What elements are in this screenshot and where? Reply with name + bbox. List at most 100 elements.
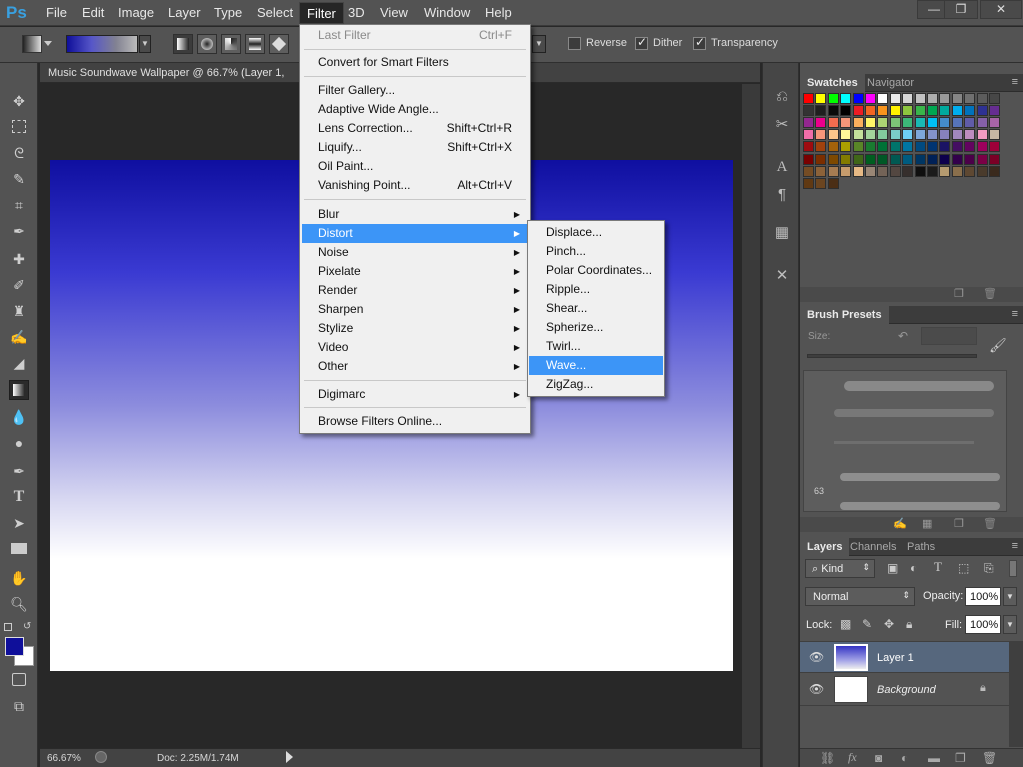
color-swatch[interactable] <box>815 93 827 104</box>
color-swatch[interactable] <box>815 117 827 129</box>
color-swatch[interactable] <box>927 153 938 165</box>
color-swatch[interactable] <box>976 117 988 129</box>
diamond-gradient-button[interactable] <box>269 34 289 54</box>
brush-size-slider[interactable] <box>807 354 977 358</box>
color-swatch[interactable] <box>902 165 914 177</box>
fill-dropdown[interactable]: ▼ <box>1003 615 1017 634</box>
color-swatch[interactable] <box>939 165 951 177</box>
menu-view[interactable]: View <box>380 5 408 20</box>
brush-grid-icon[interactable]: ▦ <box>922 517 932 530</box>
menu-item-browse-filters-online[interactable]: Browse Filters Online... <box>302 412 528 431</box>
tab-navigator[interactable]: Navigator <box>860 74 921 92</box>
color-swatch[interactable] <box>927 165 938 177</box>
color-swatch[interactable] <box>927 129 938 141</box>
color-swatch[interactable] <box>951 93 963 104</box>
menu-help[interactable]: Help <box>485 5 512 20</box>
delete-brush-icon[interactable]: 🗑︎ <box>983 517 997 530</box>
actions-panel-icon[interactable]: ✂ <box>772 115 792 135</box>
color-swatch[interactable] <box>976 129 988 141</box>
color-swatch[interactable] <box>902 129 914 141</box>
color-swatch[interactable] <box>877 129 889 141</box>
color-swatch[interactable] <box>989 117 1000 129</box>
chevron-down-icon[interactable] <box>44 41 52 46</box>
menu-item-render[interactable]: Render ▶ <box>302 281 528 300</box>
color-swatch[interactable] <box>852 105 864 117</box>
gradient-picker[interactable] <box>66 35 138 53</box>
menu-item-noise[interactable]: Noise ▶ <box>302 243 528 262</box>
color-swatch[interactable] <box>803 141 814 153</box>
brush-panel-icon[interactable]: 🖌︎ <box>989 337 1007 354</box>
delete-layer-icon[interactable]: 🗑︎ <box>982 751 997 765</box>
rectangle-tool-icon[interactable] <box>9 539 29 559</box>
menu-item-other[interactable]: Other ▶ <box>302 357 528 376</box>
color-swatch[interactable] <box>889 93 901 104</box>
color-swatch[interactable] <box>877 141 889 153</box>
color-swatch[interactable] <box>902 153 914 165</box>
color-swatch[interactable] <box>877 117 889 129</box>
color-swatch[interactable] <box>902 141 914 153</box>
transparency-checkbox[interactable] <box>693 35 706 50</box>
color-swatch[interactable] <box>964 153 976 165</box>
color-swatch[interactable] <box>989 105 1000 117</box>
color-swatch[interactable] <box>914 141 926 153</box>
color-swatch[interactable] <box>989 129 1000 141</box>
menu-filter[interactable]: Filter <box>299 2 344 24</box>
color-swatch[interactable] <box>989 93 1000 104</box>
dodge-tool-icon[interactable]: ● <box>9 433 29 453</box>
color-swatch[interactable] <box>951 105 963 117</box>
color-swatch[interactable] <box>803 117 814 129</box>
history-brush-tool-icon[interactable]: ✍ <box>9 327 29 347</box>
filter-pixel-icon[interactable]: ▣ <box>887 561 898 575</box>
lock-image-icon[interactable]: ✎ <box>862 617 872 631</box>
zoom-tool-icon[interactable]: 🔍︎ <box>9 594 29 614</box>
dither-checkbox[interactable] <box>635 35 648 50</box>
layer-name[interactable]: Layer 1 <box>877 652 914 664</box>
menu-image[interactable]: Image <box>118 5 154 20</box>
type-tool-icon[interactable]: T <box>9 487 29 507</box>
color-swatch[interactable] <box>914 165 926 177</box>
color-swatch[interactable] <box>927 105 938 117</box>
color-swatch[interactable] <box>827 153 839 165</box>
color-swatch[interactable] <box>852 153 864 165</box>
pen-tool-icon[interactable]: ✒ <box>9 461 29 481</box>
color-swatch[interactable] <box>889 153 901 165</box>
reflected-gradient-button[interactable] <box>245 34 265 54</box>
menu-item-blur[interactable]: Blur ▶ <box>302 205 528 224</box>
menu-item-last-filter[interactable]: Last Filter Ctrl+F <box>302 26 528 45</box>
gradient-tool-preset-icon[interactable] <box>22 35 42 53</box>
zoom-level[interactable]: 66.67% <box>47 753 81 764</box>
color-swatch[interactable] <box>803 165 814 177</box>
screen-mode-icon[interactable]: ⧉ <box>9 696 29 716</box>
swap-colors-icon[interactable]: ↺ <box>23 621 31 632</box>
color-swatch[interactable] <box>902 93 914 104</box>
tab-channels[interactable]: Channels <box>843 538 903 556</box>
menu-select[interactable]: Select <box>257 5 293 20</box>
color-swatch[interactable] <box>964 165 976 177</box>
opacity-input[interactable]: 100% <box>965 587 1001 606</box>
restore-button[interactable]: ❐ <box>944 0 978 19</box>
path-selection-tool-icon[interactable]: ➤ <box>9 513 29 533</box>
color-swatch[interactable] <box>815 105 827 117</box>
submenu-item-displace[interactable]: Displace... <box>529 223 663 242</box>
color-swatch[interactable] <box>976 165 988 177</box>
close-button[interactable]: ✕ <box>980 0 1022 19</box>
color-swatch[interactable] <box>852 93 864 104</box>
angle-gradient-button[interactable] <box>221 34 241 54</box>
menu-window[interactable]: Window <box>424 5 470 20</box>
menu-item-lens-correction[interactable]: Lens Correction... Shift+Ctrl+R <box>302 119 528 138</box>
menu-edit[interactable]: Edit <box>82 5 104 20</box>
submenu-item-ripple[interactable]: Ripple... <box>529 280 663 299</box>
color-swatch[interactable] <box>976 141 988 153</box>
eyedropper-tool-icon[interactable]: ✒ <box>9 221 29 241</box>
adjustment-layer-icon[interactable]: ◐ <box>901 751 908 765</box>
new-group-icon[interactable]: ▬ <box>928 751 940 765</box>
color-swatch[interactable] <box>840 117 852 129</box>
submenu-item-zigzag[interactable]: ZigZag... <box>529 375 663 394</box>
color-swatch[interactable] <box>964 117 976 129</box>
blur-tool-icon[interactable]: 💧 <box>9 407 29 427</box>
color-swatch[interactable] <box>951 129 963 141</box>
color-swatch[interactable] <box>827 165 839 177</box>
menu-item-pixelate[interactable]: Pixelate ▶ <box>302 262 528 281</box>
color-swatch[interactable] <box>852 129 864 141</box>
menu-layer[interactable]: Layer <box>168 5 201 20</box>
